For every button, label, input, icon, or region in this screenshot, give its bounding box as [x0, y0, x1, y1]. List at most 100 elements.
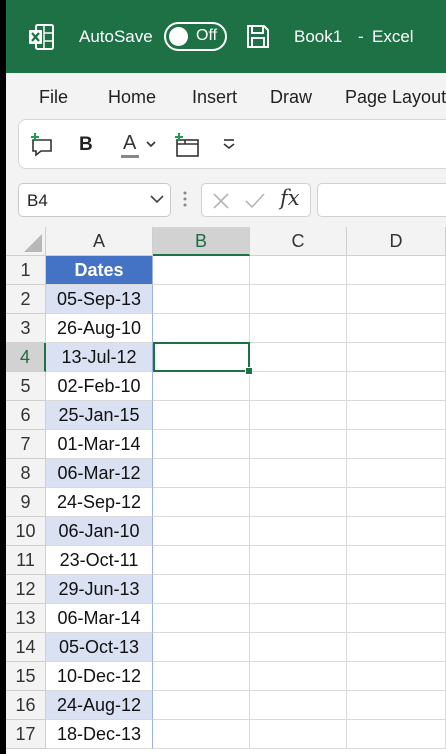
cell-c5[interactable]: [250, 372, 347, 401]
tab-home[interactable]: Home: [108, 87, 156, 108]
row-header-2[interactable]: 2: [6, 285, 46, 314]
tab-file[interactable]: File: [39, 87, 68, 108]
cell-d8[interactable]: [347, 459, 446, 488]
row-header-3[interactable]: 3: [6, 314, 46, 343]
row-header-16[interactable]: 16: [6, 691, 46, 720]
cell-b8[interactable]: [153, 459, 250, 488]
row-header-9[interactable]: 9: [6, 488, 46, 517]
tab-page-layout[interactable]: Page Layout: [345, 87, 446, 108]
date-cell-a10[interactable]: 06-Jan-10: [46, 517, 153, 546]
cell-d13[interactable]: [347, 604, 446, 633]
column-header-a[interactable]: A: [46, 227, 153, 256]
row-header-1[interactable]: 1: [6, 256, 46, 285]
row-header-12[interactable]: 12: [6, 575, 46, 604]
insert-function-button[interactable]: fx: [280, 186, 300, 210]
cell-d1[interactable]: [347, 256, 446, 285]
cell-d17[interactable]: [347, 720, 446, 749]
cell-b17[interactable]: [153, 720, 250, 749]
cell-d9[interactable]: [347, 488, 446, 517]
cell-d11[interactable]: [347, 546, 446, 575]
cell-c16[interactable]: [250, 691, 347, 720]
cell-c15[interactable]: [250, 662, 347, 691]
tab-insert[interactable]: Insert: [192, 87, 237, 108]
chevron-down-icon[interactable]: [150, 195, 164, 204]
date-cell-a16[interactable]: 24-Aug-12: [46, 691, 153, 720]
cell-d16[interactable]: [347, 691, 446, 720]
cell-d6[interactable]: [347, 401, 446, 430]
select-all-button[interactable]: [6, 227, 46, 256]
column-header-b[interactable]: B: [153, 227, 250, 256]
enter-check-icon[interactable]: [244, 192, 266, 210]
row-header-5[interactable]: 5: [6, 372, 46, 401]
column-header-d[interactable]: D: [347, 227, 446, 256]
save-icon[interactable]: [246, 24, 270, 49]
resize-handle-icon[interactable]: [182, 190, 188, 208]
dates-header-cell[interactable]: Dates: [46, 256, 153, 285]
cell-d5[interactable]: [347, 372, 446, 401]
cell-b3[interactable]: [153, 314, 250, 343]
cell-b14[interactable]: [153, 633, 250, 662]
cell-b10[interactable]: [153, 517, 250, 546]
cell-b16[interactable]: [153, 691, 250, 720]
new-comment-icon[interactable]: [29, 132, 55, 158]
column-header-c[interactable]: C: [250, 227, 347, 256]
date-cell-a13[interactable]: 06-Mar-14: [46, 604, 153, 633]
cell-c11[interactable]: [250, 546, 347, 575]
tab-draw[interactable]: Draw: [270, 87, 312, 108]
cell-d12[interactable]: [347, 575, 446, 604]
cell-c6[interactable]: [250, 401, 347, 430]
cell-c1[interactable]: [250, 256, 347, 285]
cell-c17[interactable]: [250, 720, 347, 749]
row-header-15[interactable]: 15: [6, 662, 46, 691]
active-cell-b4[interactable]: [153, 342, 250, 372]
cell-b7[interactable]: [153, 430, 250, 459]
autosave-toggle[interactable]: Off: [164, 22, 227, 51]
cell-c8[interactable]: [250, 459, 347, 488]
cancel-icon[interactable]: [212, 192, 230, 210]
cell-b13[interactable]: [153, 604, 250, 633]
cell-d7[interactable]: [347, 430, 446, 459]
cell-b1[interactable]: [153, 256, 250, 285]
row-header-7[interactable]: 7: [6, 430, 46, 459]
date-cell-a8[interactable]: 06-Mar-12: [46, 459, 153, 488]
date-cell-a4[interactable]: 13-Jul-12: [46, 343, 153, 372]
name-box[interactable]: B4: [18, 183, 171, 217]
row-header-11[interactable]: 11: [6, 546, 46, 575]
date-cell-a11[interactable]: 23-Oct-11: [46, 546, 153, 575]
row-header-6[interactable]: 6: [6, 401, 46, 430]
row-header-14[interactable]: 14: [6, 633, 46, 662]
cell-d10[interactable]: [347, 517, 446, 546]
date-cell-a3[interactable]: 26-Aug-10: [46, 314, 153, 343]
cell-d15[interactable]: [347, 662, 446, 691]
cell-b5[interactable]: [153, 372, 250, 401]
cell-d14[interactable]: [347, 633, 446, 662]
font-color-button[interactable]: A: [119, 132, 163, 158]
cell-c14[interactable]: [250, 633, 347, 662]
date-cell-a2[interactable]: 05-Sep-13: [46, 285, 153, 314]
row-header-4[interactable]: 4: [6, 343, 46, 372]
date-cell-a12[interactable]: 29-Jun-13: [46, 575, 153, 604]
cell-c4[interactable]: [250, 343, 347, 372]
cell-d3[interactable]: [347, 314, 446, 343]
cell-c12[interactable]: [250, 575, 347, 604]
date-cell-a6[interactable]: 25-Jan-15: [46, 401, 153, 430]
cell-c3[interactable]: [250, 314, 347, 343]
date-cell-a17[interactable]: 18-Dec-13: [46, 720, 153, 749]
cell-d4[interactable]: [347, 343, 446, 372]
cell-c13[interactable]: [250, 604, 347, 633]
cell-b12[interactable]: [153, 575, 250, 604]
row-header-13[interactable]: 13: [6, 604, 46, 633]
cell-b9[interactable]: [153, 488, 250, 517]
fill-handle[interactable]: [245, 367, 253, 375]
date-cell-a14[interactable]: 05-Oct-13: [46, 633, 153, 662]
cell-b11[interactable]: [153, 546, 250, 575]
customize-toolbar-icon[interactable]: [222, 138, 236, 150]
date-cell-a9[interactable]: 24-Sep-12: [46, 488, 153, 517]
cell-b15[interactable]: [153, 662, 250, 691]
date-cell-a7[interactable]: 01-Mar-14: [46, 430, 153, 459]
row-header-8[interactable]: 8: [6, 459, 46, 488]
cell-c9[interactable]: [250, 488, 347, 517]
row-header-17[interactable]: 17: [6, 720, 46, 749]
date-cell-a5[interactable]: 02-Feb-10: [46, 372, 153, 401]
cell-b2[interactable]: [153, 285, 250, 314]
